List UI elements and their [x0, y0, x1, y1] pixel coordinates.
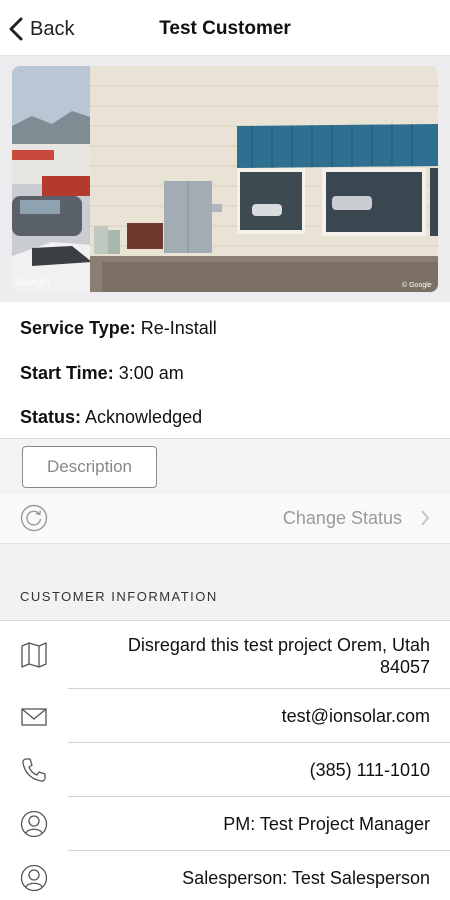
phone-row[interactable]: (385) 111-1010	[0, 743, 450, 797]
mail-icon	[21, 708, 47, 726]
address-line-2: 84057	[379, 657, 430, 677]
person-icon	[20, 864, 48, 892]
address-row[interactable]: Disregard this test project Orem, Utah 8…	[0, 621, 450, 689]
description-area: Description	[0, 438, 450, 494]
photo-container: Google © Google	[0, 56, 450, 302]
google-watermark-left: Google	[18, 277, 51, 288]
service-type-label: Service Type:	[20, 318, 136, 338]
project-manager-text: PM: Test Project Manager	[223, 814, 430, 834]
refresh-icon	[20, 504, 48, 532]
salesperson-row[interactable]: Salesperson: Test Salesperson	[0, 851, 450, 900]
change-status-label: Change Status	[282, 508, 402, 528]
page-title: Test Customer	[159, 18, 291, 39]
status-row-text: Status: Acknowledged	[20, 407, 202, 428]
address-line-1: Disregard this test project Orem, Utah	[127, 635, 430, 655]
customer-info-header: CUSTOMER INFORMATION	[20, 589, 218, 604]
email-text: test@ionsolar.com	[281, 706, 430, 726]
status-label: Status:	[20, 407, 82, 427]
map-icon	[21, 642, 47, 668]
service-type-value: Re-Install	[140, 318, 217, 338]
email-row[interactable]: test@ionsolar.com	[0, 689, 450, 743]
street-view-image: Google © Google	[12, 66, 438, 292]
navigation-bar: Back Test Customer	[0, 0, 450, 56]
address-text: Disregard this test project Orem, Utah 8…	[128, 634, 430, 678]
job-details: Service Type: Re-Install Start Time: 3:0…	[0, 302, 450, 438]
change-status-row[interactable]: Change Status	[0, 494, 450, 544]
project-manager-row[interactable]: PM: Test Project Manager	[0, 797, 450, 851]
description-button[interactable]: Description	[22, 446, 157, 488]
start-time-row: Start Time: 3:00 am	[20, 363, 184, 384]
phone-text: (385) 111-1010	[309, 760, 430, 780]
service-type-row: Service Type: Re-Install	[20, 318, 217, 339]
start-time-label: Start Time:	[20, 363, 114, 383]
street-view-photo[interactable]: Google © Google	[12, 66, 438, 292]
customer-info-list: Disregard this test project Orem, Utah 8…	[0, 620, 450, 900]
chevron-right-icon	[421, 510, 430, 526]
google-watermark-right: © Google	[402, 281, 432, 289]
salesperson-text: Salesperson: Test Salesperson	[182, 868, 430, 888]
person-icon	[20, 810, 48, 838]
start-time-value: 3:00 am	[118, 363, 184, 383]
status-value: Acknowledged	[85, 407, 203, 427]
phone-icon	[22, 758, 46, 782]
